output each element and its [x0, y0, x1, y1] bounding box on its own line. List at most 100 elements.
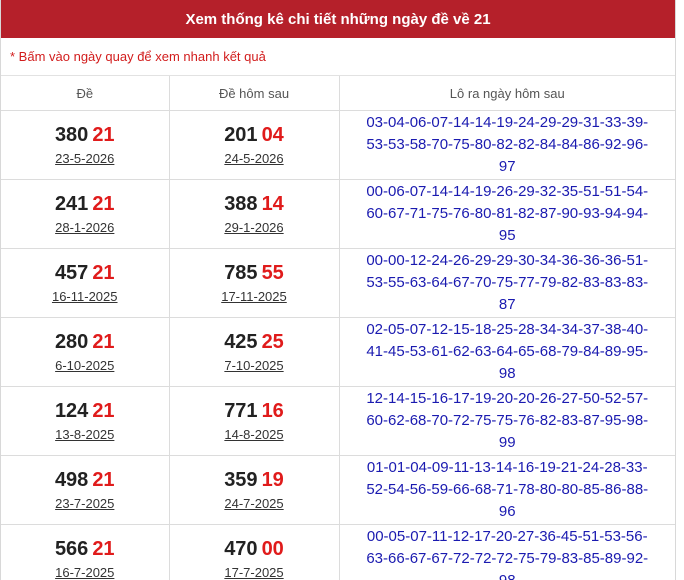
next-de-cell: 388 14 29-1-2026 [168, 179, 339, 249]
hint-note: * Bấm vào ngày quay để xem nhanh kết quả [1, 38, 675, 76]
next-de-prefix: 470 [224, 537, 258, 560]
de-prefix: 457 [54, 261, 89, 284]
de-number: 566 21 [2, 537, 168, 561]
de-prefix: 124 [54, 399, 89, 422]
next-de-prefix: 425 [224, 330, 258, 353]
de-prefix: 380 [54, 123, 89, 146]
next-de-suffix: 04 [261, 123, 284, 146]
next-de-number: 470 00 [171, 537, 338, 561]
de-prefix: 280 [54, 330, 89, 353]
de-suffix: 21 [92, 330, 115, 353]
de-prefix: 498 [54, 468, 89, 491]
next-date-link[interactable]: 24-7-2025 [224, 496, 283, 511]
next-de-cell: 785 55 17-11-2025 [168, 248, 339, 318]
next-de-prefix: 771 [224, 399, 258, 422]
next-de-prefix: 388 [224, 192, 258, 215]
stats-panel: Xem thống kê chi tiết những ngày đề về 2… [0, 0, 676, 580]
next-de-suffix: 25 [261, 330, 284, 353]
de-number: 280 21 [2, 330, 168, 354]
de-suffix: 21 [92, 468, 115, 491]
next-date-link[interactable]: 7-10-2025 [224, 358, 283, 373]
de-number: 457 21 [2, 261, 168, 285]
de-cell: 380 21 23-5-2026 [1, 110, 169, 180]
table-header-row: Đề Đề hôm sau Lô ra ngày hôm sau [1, 76, 675, 111]
next-de-suffix: 00 [261, 537, 284, 560]
lo-line: 02-05-07-12-15-18-25-28-34-34-37-38-40- [366, 321, 649, 338]
next-date-link[interactable]: 24-5-2026 [224, 151, 283, 166]
next-de-prefix: 785 [224, 261, 258, 284]
next-de-number: 425 25 [171, 330, 338, 354]
next-de-number: 771 16 [171, 399, 338, 423]
lo-line: 53-53-58-70-75-80-82-82-84-84-86-92-96- [366, 136, 649, 153]
lo-line: 96 [498, 503, 516, 520]
lo-line: 63-66-67-67-72-72-72-75-79-83-85-89-92- [366, 550, 649, 567]
lo-line: 60-62-68-70-72-75-75-76-82-83-87-95-98- [366, 412, 649, 429]
de-prefix: 566 [54, 537, 89, 560]
col-header-de: Đề [1, 76, 169, 111]
next-de-prefix: 201 [224, 123, 258, 146]
lo-line: 00-00-12-24-26-29-29-30-34-36-36-36-51- [366, 252, 649, 269]
de-date-link[interactable]: 23-7-2025 [55, 496, 114, 511]
lo-line: 12-14-15-16-17-19-20-20-26-27-50-52-57- [366, 390, 649, 407]
table-row: 380 21 23-5-2026 201 04 24-5-2026 03-04-06… [1, 110, 675, 180]
table-row: 124 21 13-8-2025 771 16 14-8-2025 12-14-15… [1, 386, 675, 456]
de-cell: 241 21 28-1-2026 [1, 179, 169, 249]
de-date-link[interactable]: 13-8-2025 [55, 427, 114, 442]
de-suffix: 21 [92, 192, 115, 215]
de-number: 498 21 [2, 468, 168, 492]
lo-line: 99 [498, 434, 516, 451]
next-de-number: 388 14 [171, 192, 338, 216]
lo-cell: 02-05-07-12-15-18-25-28-34-34-37-38-40- … [338, 317, 675, 387]
de-suffix: 21 [92, 537, 115, 560]
lo-cell: 00-06-07-14-14-19-26-29-32-35-51-51-54- … [338, 179, 675, 249]
lo-line: 00-06-07-14-14-19-26-29-32-35-51-51-54- [366, 183, 649, 200]
de-date-link[interactable]: 16-11-2025 [52, 289, 118, 304]
lo-line: 41-45-53-61-62-63-64-65-68-79-84-89-95- [366, 343, 649, 360]
lo-line: 95 [498, 227, 516, 244]
de-cell: 498 21 23-7-2025 [1, 455, 169, 525]
next-de-suffix: 16 [261, 399, 284, 422]
de-date-link[interactable]: 16-7-2025 [55, 565, 114, 580]
lo-line: 98 [498, 365, 516, 382]
lo-cell: 00-05-07-11-12-17-20-27-36-45-51-53-56- … [338, 524, 675, 580]
lo-line: 60-67-71-75-76-80-81-82-87-90-93-94-94- [366, 205, 649, 222]
de-number: 241 21 [2, 192, 168, 216]
lo-cell: 00-00-12-24-26-29-29-30-34-36-36-36-51- … [338, 248, 675, 318]
de-suffix: 21 [92, 261, 115, 284]
lo-line: 98 [348, 570, 668, 580]
lo-line: 00-05-07-11-12-17-20-27-36-45-51-53-56- [366, 528, 648, 545]
next-de-number: 359 19 [171, 468, 338, 492]
de-cell: 124 21 13-8-2025 [1, 386, 169, 456]
next-de-prefix: 359 [224, 468, 258, 491]
table-row: 280 21 6-10-2025 425 25 7-10-2025 02-05-07… [1, 317, 675, 387]
de-date-link[interactable]: 6-10-2025 [55, 358, 114, 373]
next-de-cell: 771 16 14-8-2025 [168, 386, 339, 456]
de-suffix: 21 [92, 123, 115, 146]
next-de-cell: 470 00 17-7-2025 [168, 524, 339, 580]
de-date-link[interactable]: 28-1-2026 [55, 220, 114, 235]
next-de-cell: 425 25 7-10-2025 [168, 317, 339, 387]
next-de-number: 785 55 [171, 261, 338, 285]
table-row: 241 21 28-1-2026 388 14 29-1-2026 00-06-07… [1, 179, 675, 249]
lo-line: 53-55-63-64-67-70-75-77-79-82-83-83-83- [366, 274, 649, 291]
lo-line: 52-54-56-59-66-68-71-78-80-80-85-86-88- [366, 481, 649, 498]
de-number: 124 21 [2, 399, 168, 423]
de-number: 380 21 [2, 123, 168, 147]
de-cell: 280 21 6-10-2025 [1, 317, 169, 387]
panel-title: Xem thống kê chi tiết những ngày đề về 2… [1, 0, 675, 38]
table-row: 457 21 16-11-2025 785 55 17-11-2025 00-00-… [1, 248, 675, 318]
lo-line: 87 [498, 296, 516, 313]
next-date-link[interactable]: 29-1-2026 [224, 220, 283, 235]
next-date-link[interactable]: 17-11-2025 [221, 289, 287, 304]
lo-line: 03-04-06-07-14-14-19-24-29-29-31-33-39- [366, 114, 649, 131]
next-date-link[interactable]: 14-8-2025 [224, 427, 283, 442]
next-de-suffix: 19 [261, 468, 284, 491]
next-de-number: 201 04 [171, 123, 338, 147]
next-de-suffix: 55 [261, 261, 284, 284]
next-de-cell: 201 04 24-5-2026 [168, 110, 339, 180]
de-date-link[interactable]: 23-5-2026 [55, 151, 114, 166]
col-header-lo: Lô ra ngày hôm sau [338, 76, 675, 111]
table-row: 566 21 16-7-2025 470 00 17-7-2025 00-05-07… [1, 524, 675, 580]
next-de-suffix: 14 [261, 192, 284, 215]
next-date-link[interactable]: 17-7-2025 [224, 565, 283, 580]
